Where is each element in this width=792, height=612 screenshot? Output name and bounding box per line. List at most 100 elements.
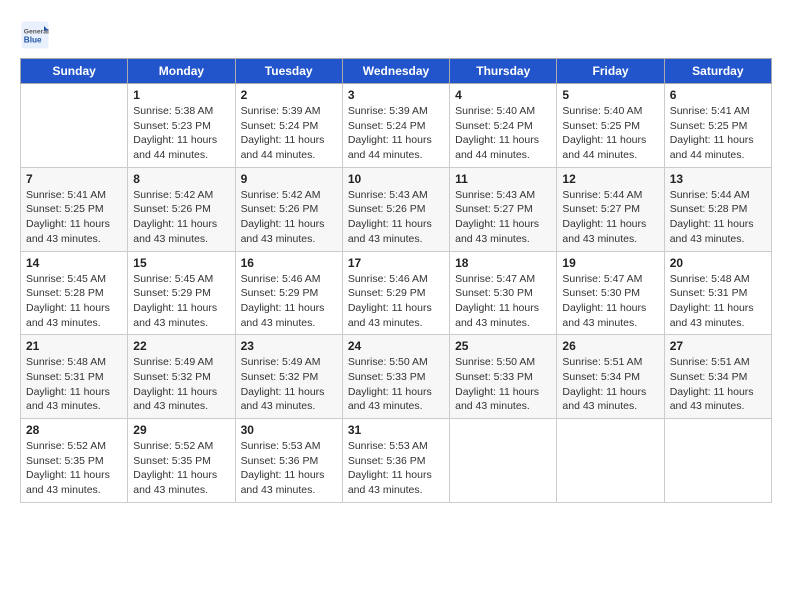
calendar-cell: 24 Sunrise: 5:50 AMSunset: 5:33 PMDayligh…	[342, 335, 449, 419]
day-info: Sunrise: 5:46 AMSunset: 5:29 PMDaylight:…	[348, 272, 444, 331]
calendar-cell: 9 Sunrise: 5:42 AMSunset: 5:26 PMDaylight…	[235, 167, 342, 251]
calendar-cell: 11Sunrise: 5:43 AMSunset: 5:27 PMDayligh…	[450, 167, 557, 251]
day-info: Sunrise: 5:45 AMSunset: 5:28 PMDaylight:…	[26, 272, 122, 331]
day-info: Sunrise: 5:43 AMSunset: 5:26 PMDaylight:…	[348, 188, 444, 247]
day-number: 5	[562, 88, 658, 102]
calendar-cell: 3Sunrise: 5:39 AMSunset: 5:24 PMDaylight…	[342, 84, 449, 168]
calendar-cell: 31 Sunrise: 5:53 AMSunset: 5:36 PMDayligh…	[342, 419, 449, 503]
day-info: Sunrise: 5:49 AMSunset: 5:32 PMDaylight:…	[241, 355, 337, 414]
day-number: 1	[133, 88, 229, 102]
day-number: 12	[562, 172, 658, 186]
weekday-header-tuesday: Tuesday	[235, 59, 342, 84]
day-info: Sunrise: 5:41 AMSunset: 5:25 PMDaylight:…	[670, 104, 766, 163]
day-number: 16	[241, 256, 337, 270]
weekday-header-wednesday: Wednesday	[342, 59, 449, 84]
day-info: Sunrise: 5:48 AMSunset: 5:31 PMDaylight:…	[670, 272, 766, 331]
calendar-cell: 23 Sunrise: 5:49 AMSunset: 5:32 PMDayligh…	[235, 335, 342, 419]
calendar-cell	[21, 84, 128, 168]
calendar-cell: 12 Sunrise: 5:44 AMSunset: 5:27 PMDayligh…	[557, 167, 664, 251]
day-info: Sunrise: 5:46 AMSunset: 5:29 PMDaylight:…	[241, 272, 337, 331]
weekday-header-thursday: Thursday	[450, 59, 557, 84]
day-info: Sunrise: 5:44 AMSunset: 5:27 PMDaylight:…	[562, 188, 658, 247]
weekday-header-saturday: Saturday	[664, 59, 771, 84]
day-number: 28	[26, 423, 122, 437]
day-info: Sunrise: 5:51 AMSunset: 5:34 PMDaylight:…	[670, 355, 766, 414]
calendar-cell	[557, 419, 664, 503]
day-info: Sunrise: 5:53 AMSunset: 5:36 PMDaylight:…	[348, 439, 444, 498]
calendar-cell: 6 Sunrise: 5:41 AMSunset: 5:25 PMDaylight…	[664, 84, 771, 168]
weekday-header-friday: Friday	[557, 59, 664, 84]
calendar-cell: 14 Sunrise: 5:45 AMSunset: 5:28 PMDayligh…	[21, 251, 128, 335]
weekday-header-row: SundayMondayTuesdayWednesdayThursdayFrid…	[21, 59, 772, 84]
day-info: Sunrise: 5:49 AMSunset: 5:32 PMDaylight:…	[133, 355, 229, 414]
day-number: 17	[348, 256, 444, 270]
day-number: 4	[455, 88, 551, 102]
calendar-week-row: 14 Sunrise: 5:45 AMSunset: 5:28 PMDayligh…	[21, 251, 772, 335]
day-info: Sunrise: 5:47 AMSunset: 5:30 PMDaylight:…	[562, 272, 658, 331]
day-info: Sunrise: 5:52 AMSunset: 5:35 PMDaylight:…	[133, 439, 229, 498]
svg-text:Blue: Blue	[24, 36, 42, 45]
day-number: 19	[562, 256, 658, 270]
day-number: 23	[241, 339, 337, 353]
day-number: 14	[26, 256, 122, 270]
day-number: 9	[241, 172, 337, 186]
day-info: Sunrise: 5:40 AMSunset: 5:24 PMDaylight:…	[455, 104, 551, 163]
calendar-cell	[450, 419, 557, 503]
calendar-week-row: 1 Sunrise: 5:38 AMSunset: 5:23 PMDaylight…	[21, 84, 772, 168]
calendar-week-row: 21 Sunrise: 5:48 AMSunset: 5:31 PMDayligh…	[21, 335, 772, 419]
calendar-cell: 21 Sunrise: 5:48 AMSunset: 5:31 PMDayligh…	[21, 335, 128, 419]
day-number: 8	[133, 172, 229, 186]
day-number: 13	[670, 172, 766, 186]
calendar-cell: 28Sunrise: 5:52 AMSunset: 5:35 PMDayligh…	[21, 419, 128, 503]
calendar-cell	[664, 419, 771, 503]
logo: General Blue	[20, 20, 54, 50]
day-number: 26	[562, 339, 658, 353]
day-number: 3	[348, 88, 444, 102]
calendar-cell: 8 Sunrise: 5:42 AMSunset: 5:26 PMDaylight…	[128, 167, 235, 251]
calendar-cell: 27 Sunrise: 5:51 AMSunset: 5:34 PMDayligh…	[664, 335, 771, 419]
day-info: Sunrise: 5:45 AMSunset: 5:29 PMDaylight:…	[133, 272, 229, 331]
day-info: Sunrise: 5:40 AMSunset: 5:25 PMDaylight:…	[562, 104, 658, 163]
day-info: Sunrise: 5:51 AMSunset: 5:34 PMDaylight:…	[562, 355, 658, 414]
day-info: Sunrise: 5:38 AMSunset: 5:23 PMDaylight:…	[133, 104, 229, 163]
day-number: 2	[241, 88, 337, 102]
logo-icon: General Blue	[20, 20, 50, 50]
day-number: 27	[670, 339, 766, 353]
calendar-cell: 29 Sunrise: 5:52 AMSunset: 5:35 PMDayligh…	[128, 419, 235, 503]
calendar-cell: 16 Sunrise: 5:46 AMSunset: 5:29 PMDayligh…	[235, 251, 342, 335]
day-info: Sunrise: 5:50 AMSunset: 5:33 PMDaylight:…	[348, 355, 444, 414]
day-info: Sunrise: 5:44 AMSunset: 5:28 PMDaylight:…	[670, 188, 766, 247]
calendar-cell: 18Sunrise: 5:47 AMSunset: 5:30 PMDayligh…	[450, 251, 557, 335]
day-number: 25	[455, 339, 551, 353]
day-number: 7	[26, 172, 122, 186]
day-info: Sunrise: 5:53 AMSunset: 5:36 PMDaylight:…	[241, 439, 337, 498]
day-info: Sunrise: 5:41 AMSunset: 5:25 PMDaylight:…	[26, 188, 122, 247]
day-number: 21	[26, 339, 122, 353]
weekday-header-sunday: Sunday	[21, 59, 128, 84]
day-number: 24	[348, 339, 444, 353]
day-info: Sunrise: 5:42 AMSunset: 5:26 PMDaylight:…	[133, 188, 229, 247]
day-number: 31	[348, 423, 444, 437]
calendar-cell: 10Sunrise: 5:43 AMSunset: 5:26 PMDayligh…	[342, 167, 449, 251]
day-number: 18	[455, 256, 551, 270]
day-number: 6	[670, 88, 766, 102]
page-header: General Blue	[20, 20, 772, 50]
calendar-cell: 15Sunrise: 5:45 AMSunset: 5:29 PMDayligh…	[128, 251, 235, 335]
day-info: Sunrise: 5:39 AMSunset: 5:24 PMDaylight:…	[241, 104, 337, 163]
calendar-table: SundayMondayTuesdayWednesdayThursdayFrid…	[20, 58, 772, 503]
day-number: 30	[241, 423, 337, 437]
day-info: Sunrise: 5:42 AMSunset: 5:26 PMDaylight:…	[241, 188, 337, 247]
day-info: Sunrise: 5:48 AMSunset: 5:31 PMDaylight:…	[26, 355, 122, 414]
calendar-cell: 13 Sunrise: 5:44 AMSunset: 5:28 PMDayligh…	[664, 167, 771, 251]
calendar-cell: 7 Sunrise: 5:41 AMSunset: 5:25 PMDaylight…	[21, 167, 128, 251]
calendar-cell: 19 Sunrise: 5:47 AMSunset: 5:30 PMDayligh…	[557, 251, 664, 335]
day-number: 29	[133, 423, 229, 437]
calendar-cell: 17 Sunrise: 5:46 AMSunset: 5:29 PMDayligh…	[342, 251, 449, 335]
calendar-cell: 5 Sunrise: 5:40 AMSunset: 5:25 PMDaylight…	[557, 84, 664, 168]
day-number: 11	[455, 172, 551, 186]
calendar-cell: 30 Sunrise: 5:53 AMSunset: 5:36 PMDayligh…	[235, 419, 342, 503]
calendar-cell: 1 Sunrise: 5:38 AMSunset: 5:23 PMDaylight…	[128, 84, 235, 168]
calendar-cell: 2 Sunrise: 5:39 AMSunset: 5:24 PMDaylight…	[235, 84, 342, 168]
calendar-cell: 22Sunrise: 5:49 AMSunset: 5:32 PMDayligh…	[128, 335, 235, 419]
day-info: Sunrise: 5:50 AMSunset: 5:33 PMDaylight:…	[455, 355, 551, 414]
